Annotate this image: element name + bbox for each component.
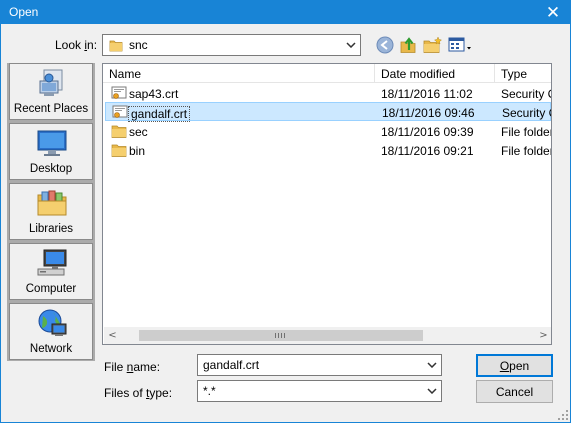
place-recent-places[interactable]: Recent Places bbox=[9, 63, 93, 120]
column-header-type[interactable]: Type bbox=[495, 64, 551, 83]
chevron-down-icon bbox=[346, 42, 356, 48]
folder-icon bbox=[111, 125, 127, 138]
place-label: Recent Places bbox=[13, 103, 89, 115]
back-arrow-icon bbox=[376, 36, 394, 54]
place-network[interactable]: Network bbox=[9, 303, 93, 360]
cancel-button[interactable]: Cancel bbox=[476, 380, 553, 403]
file-date: 18/11/2016 09:46 bbox=[382, 106, 475, 120]
file-type-dropdown-arrow[interactable] bbox=[423, 381, 441, 401]
file-type-select[interactable]: *.* bbox=[197, 380, 442, 402]
window-title: Open bbox=[9, 5, 39, 19]
computer-icon bbox=[37, 249, 67, 276]
open-button[interactable]: Open bbox=[476, 354, 553, 377]
file-type: Security C bbox=[502, 106, 552, 120]
scroll-right-button[interactable]: > bbox=[535, 327, 551, 344]
file-name-value: gandalf.crt bbox=[203, 358, 260, 372]
file-date: 18/11/2016 09:39 bbox=[381, 125, 474, 139]
libraries-icon bbox=[37, 190, 67, 216]
open-dialog: Open ✕ Look in: snc Recent Places Deskto… bbox=[0, 0, 571, 423]
file-type: File folder bbox=[501, 125, 552, 139]
grip-icon bbox=[275, 333, 285, 338]
certificate-icon bbox=[111, 86, 127, 99]
column-header-date[interactable]: Date modified bbox=[375, 64, 495, 83]
chevron-left-icon: < bbox=[108, 330, 117, 341]
places-bar: Recent Places Desktop Libraries Computer… bbox=[7, 63, 95, 361]
file-type: Security C bbox=[501, 87, 552, 101]
place-desktop[interactable]: Desktop bbox=[9, 123, 93, 180]
file-name: bin bbox=[129, 144, 146, 158]
file-name: gandalf.crt bbox=[128, 106, 191, 122]
horizontal-scrollbar[interactable]: < > bbox=[104, 327, 551, 344]
file-row-selected[interactable]: gandalf.crt 18/11/2016 09:46 Security C bbox=[105, 102, 552, 122]
look-in-dropdown-arrow[interactable] bbox=[342, 35, 360, 55]
file-type-value: *.* bbox=[203, 384, 216, 398]
title-bar[interactable]: Open ✕ bbox=[1, 1, 570, 24]
view-menu-icon bbox=[448, 37, 471, 52]
folder-icon bbox=[111, 144, 127, 157]
file-row[interactable]: sec 18/11/2016 09:39 File folder bbox=[105, 122, 551, 141]
desktop-icon bbox=[37, 130, 67, 156]
resize-grip-icon[interactable] bbox=[557, 409, 568, 420]
column-header-name[interactable]: Name bbox=[103, 64, 375, 83]
file-date: 18/11/2016 09:21 bbox=[381, 144, 474, 158]
close-button[interactable]: ✕ bbox=[536, 1, 570, 24]
place-label: Desktop bbox=[29, 163, 73, 175]
file-name-label: File name: bbox=[104, 360, 161, 374]
file-type: File folder bbox=[501, 144, 552, 158]
look-in-label: Look in: bbox=[55, 38, 98, 52]
scrollbar-thumb[interactable] bbox=[139, 330, 423, 341]
place-label: Network bbox=[29, 343, 73, 355]
recent-places-icon bbox=[39, 69, 63, 96]
file-type-label: Files of type: bbox=[104, 386, 173, 400]
file-row[interactable]: sap43.crt 18/11/2016 11:02 Security C bbox=[105, 84, 551, 103]
up-folder-button[interactable] bbox=[397, 35, 419, 55]
up-folder-icon bbox=[400, 37, 416, 53]
back-button[interactable] bbox=[374, 35, 396, 55]
look-in-combo[interactable]: snc bbox=[102, 34, 361, 56]
file-list[interactable]: Name Date modified Type sap43.crt 18/11/… bbox=[102, 63, 552, 345]
place-label: Computer bbox=[25, 283, 77, 295]
place-computer[interactable]: Computer bbox=[9, 243, 93, 300]
file-row[interactable]: bin 18/11/2016 09:21 File folder bbox=[105, 141, 551, 160]
look-in-value: snc bbox=[129, 38, 148, 52]
file-name-field[interactable]: gandalf.crt bbox=[197, 354, 442, 376]
chevron-down-icon bbox=[427, 362, 437, 368]
certificate-icon bbox=[112, 105, 128, 118]
place-libraries[interactable]: Libraries bbox=[9, 183, 93, 240]
place-label: Libraries bbox=[28, 223, 74, 235]
chevron-right-icon: > bbox=[539, 330, 548, 341]
file-name: sec bbox=[129, 125, 148, 139]
new-folder-button[interactable] bbox=[421, 35, 443, 55]
network-icon bbox=[38, 309, 67, 336]
file-name: sap43.crt bbox=[129, 87, 179, 101]
scroll-left-button[interactable]: < bbox=[104, 327, 121, 344]
file-date: 18/11/2016 11:02 bbox=[381, 87, 473, 101]
file-name-dropdown-arrow[interactable] bbox=[423, 355, 441, 375]
new-folder-icon bbox=[423, 36, 442, 53]
view-menu-button[interactable] bbox=[447, 35, 473, 55]
close-icon: ✕ bbox=[545, 2, 561, 23]
chevron-down-icon bbox=[427, 388, 437, 394]
folder-icon bbox=[109, 40, 123, 52]
